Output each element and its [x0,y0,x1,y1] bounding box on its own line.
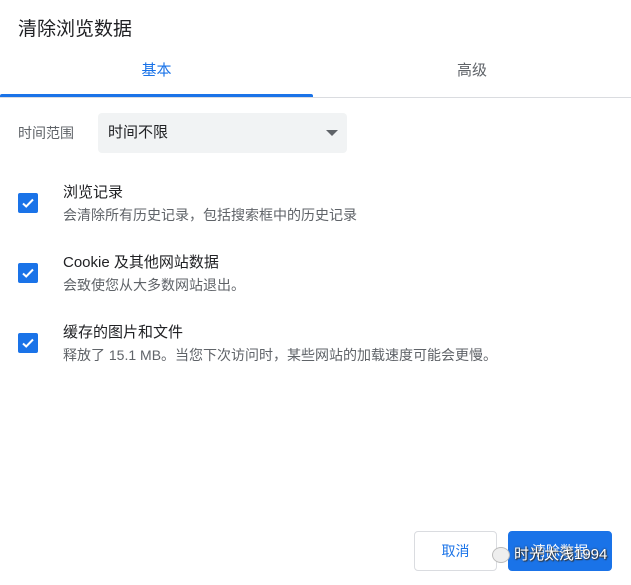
checkbox-cache[interactable] [18,333,38,353]
option-browsing-history: 浏览记录 会清除所有历史记录，包括搜索框中的历史记录 [0,181,631,231]
option-title: Cookie 及其他网站数据 [63,254,219,271]
checkbox-cookies[interactable] [18,263,38,283]
check-icon [22,338,34,348]
option-cache: 缓存的图片和文件 释放了 15.1 MB。当您下次访问时，某些网站的加载速度可能… [0,321,631,371]
cancel-button[interactable]: 取消 [414,531,497,571]
time-range-label: 时间范围 [18,125,74,141]
option-description: 会致使您从大多数网站退出。 [63,277,245,293]
time-range-value: 时间不限 [108,124,169,141]
dialog-title: 清除浏览数据 [18,19,133,40]
tab-basic[interactable]: 基本 [0,60,313,96]
clear-data-button[interactable]: 清除数据 [508,531,612,571]
option-title: 缓存的图片和文件 [63,324,184,341]
tab-advanced[interactable]: 高级 [313,60,631,96]
option-description: 释放了 15.1 MB。当您下次访问时，某些网站的加载速度可能会更慢。 [63,347,498,363]
dropdown-caret-icon [326,130,338,136]
option-description: 会清除所有历史记录，包括搜索框中的历史记录 [63,207,357,223]
divider [0,97,631,98]
option-cookies: Cookie 及其他网站数据 会致使您从大多数网站退出。 [0,251,631,301]
option-title: 浏览记录 [63,184,124,201]
time-range-select[interactable]: 时间不限 [98,113,347,153]
check-icon [22,268,34,278]
check-icon [22,198,34,208]
checkbox-browsing-history[interactable] [18,193,38,213]
